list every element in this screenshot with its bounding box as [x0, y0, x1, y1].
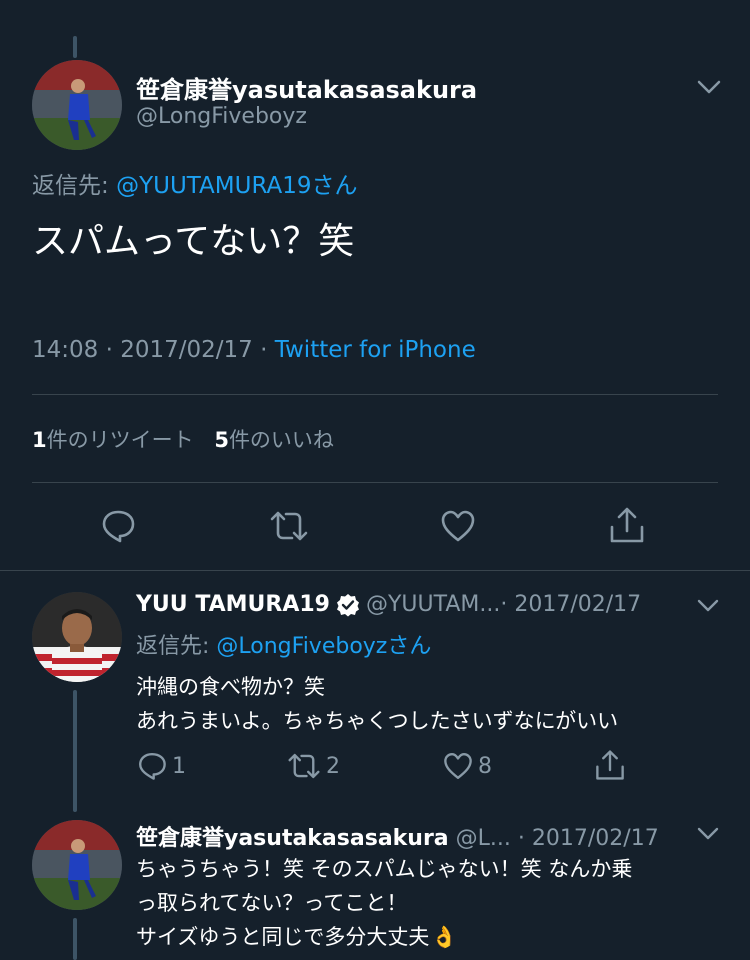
reply1-like-button[interactable]: 8 — [442, 750, 492, 782]
reply-prefix: 返信先: — [32, 173, 117, 199]
reply-button[interactable] — [99, 507, 137, 545]
text-line: あれうまいよ。ちゃちゃくつしたさいずなにがいい — [136, 709, 619, 733]
reply1-handle[interactable]: @YUUTAM... — [366, 592, 500, 617]
reply1-reply-button[interactable]: 1 — [136, 750, 186, 782]
thread-line-top — [73, 36, 77, 58]
main-tweet-meta: 14:08 · 2017/02/17 · Twitter for iPhone — [32, 337, 476, 363]
ok-hand-emoji: 👌 — [431, 925, 458, 949]
retweet-icon — [286, 750, 322, 782]
main-display-name[interactable]: 笹倉康誉yasutakasasakura — [136, 70, 477, 105]
like-label: 件のいいね — [228, 428, 334, 452]
reply2-date[interactable]: · 2017/02/17 — [511, 826, 659, 851]
share-button[interactable] — [608, 505, 646, 545]
thread-line — [73, 690, 77, 812]
divider — [32, 394, 718, 395]
avatar-sasakura[interactable] — [32, 60, 122, 150]
share-icon — [608, 505, 646, 545]
main-chevron-down-icon[interactable] — [696, 78, 722, 100]
main-tweet-text: スパムってない？笑 — [32, 221, 355, 262]
reply1-share-button[interactable] — [594, 748, 626, 782]
reply-count: 1 — [172, 753, 186, 779]
avatar-yuutamura[interactable] — [32, 592, 122, 682]
verified-icon — [336, 593, 360, 617]
retweet-stat[interactable]: 1件のリツイート — [32, 428, 194, 452]
text-line: 沖縄の食べ物か？笑 — [136, 675, 325, 699]
reply1-display-name[interactable]: YUU TAMURA19 — [136, 592, 330, 617]
reply2-chevron-down-icon[interactable] — [696, 824, 720, 846]
meta-sep: · — [252, 337, 275, 363]
retweet-button[interactable] — [268, 507, 310, 545]
main-handle[interactable]: @LongFiveboyz — [136, 104, 307, 129]
reply-to-link[interactable]: @LongFiveboyzさん — [216, 634, 431, 659]
like-icon — [439, 507, 477, 545]
reply-icon — [99, 507, 137, 545]
retweet-count: 2 — [326, 753, 340, 779]
reply1-reply-to: 返信先: @LongFiveboyzさん — [136, 628, 431, 660]
reply1-header: YUU TAMURA19 @YUUTAM... · 2017/02/17 — [136, 592, 641, 617]
reply1-date[interactable]: · 2017/02/17 — [500, 592, 641, 617]
like-count: 5 — [214, 428, 229, 452]
reply-icon — [136, 750, 168, 782]
tweet-time: 14:08 — [32, 337, 99, 363]
divider — [32, 482, 718, 483]
engagement-stats: 1件のリツイート 5件のいいね — [32, 424, 334, 454]
like-button[interactable] — [439, 507, 477, 545]
reply-to-link[interactable]: @YUUTAMURA19さん — [116, 173, 357, 199]
reply2-text: ちゃうちゃう！笑 そのスパムじゃない！笑 なんか乗 っ取られてない？ってこと！ … — [136, 852, 632, 954]
text-line: ちゃうちゃう！笑 そのスパムじゃない！笑 なんか乗 — [136, 857, 633, 881]
reply1-text: 沖縄の食べ物か？笑 あれうまいよ。ちゃちゃくつしたさいずなにがいい — [136, 670, 618, 738]
meta-sep: · — [98, 337, 121, 363]
reply1-retweet-button[interactable]: 2 — [286, 750, 340, 782]
text-line-content: サイズゆうと同じで多分大丈夫 — [136, 925, 430, 949]
reply2-display-name[interactable]: 笹倉康誉yasutakasasakura — [136, 826, 449, 851]
thread-line — [73, 918, 77, 960]
share-icon — [594, 748, 626, 782]
reply2-header: 笹倉康誉yasutakasasakura @L... · 2017/02/17 — [136, 820, 659, 852]
retweet-count: 1 — [32, 428, 47, 452]
avatar-sasakura[interactable] — [32, 820, 122, 910]
tweet-source-link[interactable]: Twitter for iPhone — [275, 337, 476, 363]
main-reply-to: 返信先: @YUUTAMURA19さん — [32, 166, 358, 200]
retweet-icon — [268, 507, 310, 545]
reply1-chevron-down-icon[interactable] — [696, 596, 720, 618]
retweet-label: 件のリツイート — [46, 428, 194, 452]
section-divider — [0, 570, 750, 571]
reply-prefix: 返信先: — [136, 634, 217, 659]
text-line: っ取られてない？ってこと！ — [136, 891, 408, 915]
like-count: 8 — [478, 753, 492, 779]
text-line: サイズゆうと同じで多分大丈夫👌 — [136, 920, 632, 954]
like-icon — [442, 750, 474, 782]
reply2-handle[interactable]: @L... — [456, 826, 511, 851]
tweet-date: 2017/02/17 — [120, 337, 253, 363]
like-stat[interactable]: 5件のいいね — [214, 428, 334, 452]
